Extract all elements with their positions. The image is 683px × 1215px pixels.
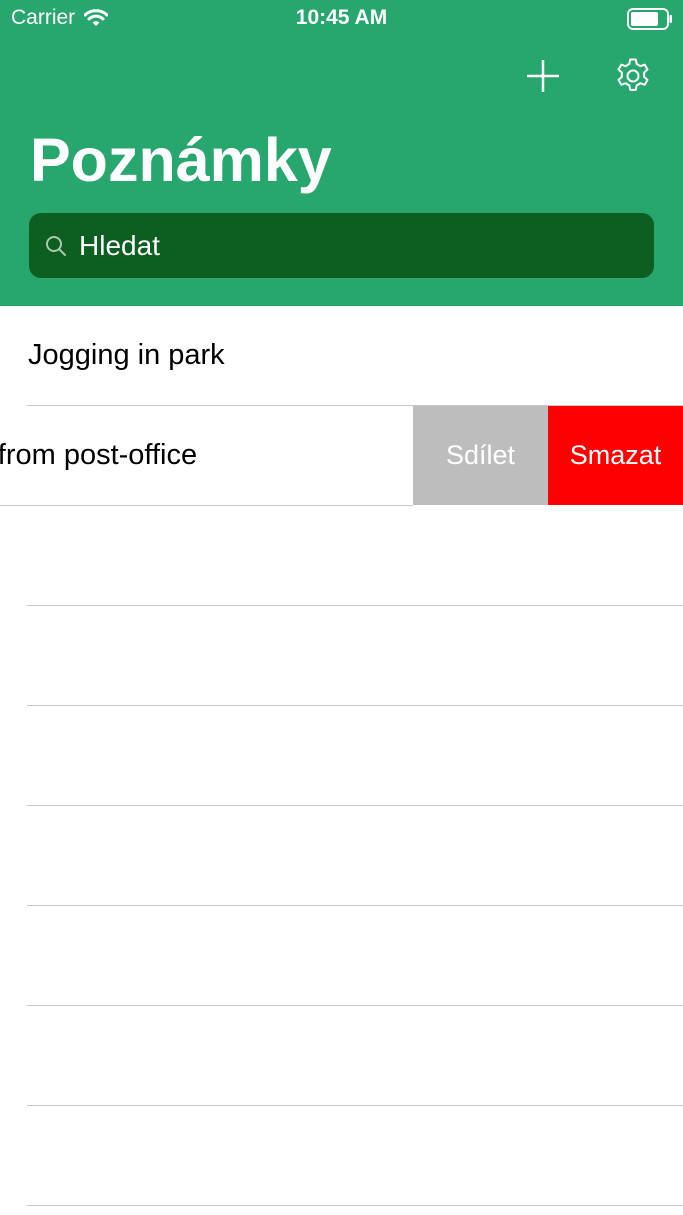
status-time: 10:45 AM (295, 6, 388, 29)
gear-icon (617, 58, 649, 91)
empty-row (0, 706, 683, 806)
empty-row (0, 506, 683, 606)
empty-row (0, 1106, 683, 1206)
share-action-button[interactable]: Sdílet (413, 406, 548, 505)
notes-list: Jogging in park Pick-up from post-office… (0, 306, 683, 1206)
search-input[interactable] (79, 229, 619, 262)
empty-row (0, 906, 683, 1006)
settings-button[interactable] (613, 56, 653, 96)
add-note-button[interactable] (523, 56, 563, 96)
note-row[interactable]: Jogging in park (0, 306, 683, 406)
empty-row (0, 806, 683, 906)
empty-row (0, 606, 683, 706)
plus-icon (527, 60, 559, 92)
page-title: Poznámky (30, 126, 332, 194)
battery-icon (627, 8, 672, 30)
search-bar[interactable] (29, 213, 654, 278)
delete-action-button[interactable]: Smazat (548, 406, 683, 505)
status-bar: Carrier 10:45 AM (0, 0, 683, 40)
note-row-content[interactable]: Pick-up from post-office (0, 406, 413, 505)
navigation-header: Carrier 10:45 AM Poznámky Hledat (0, 0, 683, 306)
note-title: Jogging in park (28, 339, 225, 371)
search-icon (46, 235, 66, 256)
empty-row (0, 1006, 683, 1106)
note-row-swiped[interactable]: Pick-up from post-office Sdílet Smazat (0, 406, 683, 506)
row-separator (27, 1205, 683, 1206)
note-title: Pick-up from post-office (0, 439, 198, 471)
